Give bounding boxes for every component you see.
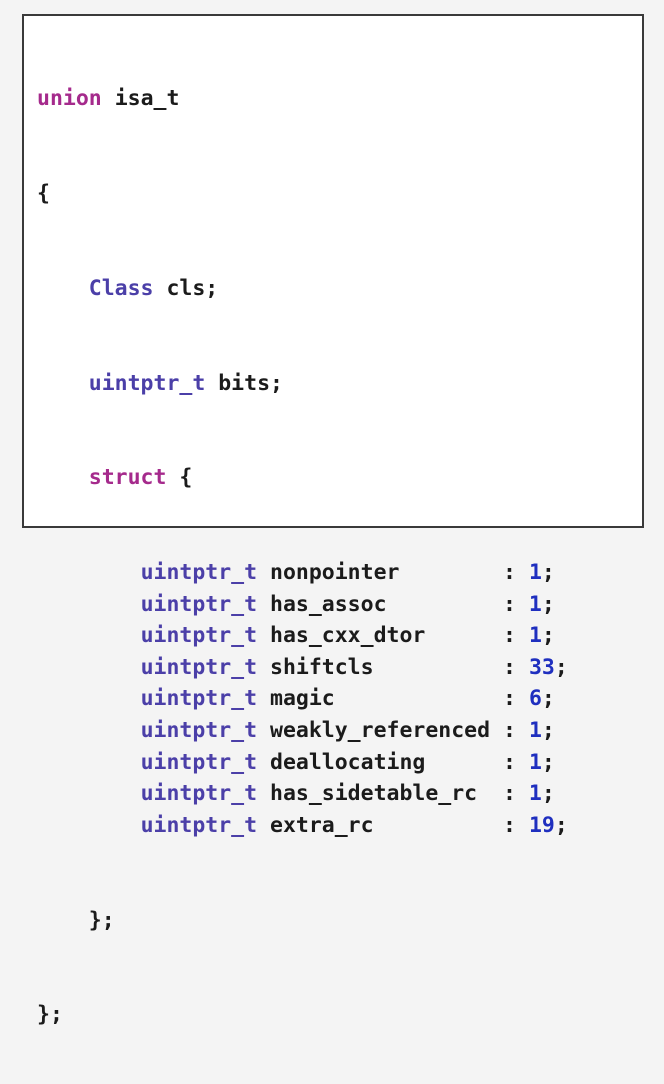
struct-keyword: struct [88,465,167,491]
bitfield-colon: : [503,560,516,586]
bitfield-semicolon: ; [541,591,555,617]
bitfield-colon: : [503,781,516,807]
code-block: union isa_t { Class cls; uintptr_t bits;… [37,20,568,1084]
bitfield-name: deallocating [270,749,426,775]
code-line-open-brace: { [37,178,568,210]
bitfield-row: uintptr_t weakly_referenced : 1; [37,715,568,747]
bitfield-type: uintptr_t [140,718,258,744]
bitfield-semicolon: ; [541,749,555,775]
bitfield-row: uintptr_t shiftcls : 33; [37,652,568,684]
bitfield-colon: : [503,591,516,617]
code-line-union-close: }; [37,999,568,1031]
bitfield-semicolon: ; [554,654,568,680]
bitfield-colon: : [503,623,516,649]
bitfield-semicolon: ; [541,718,555,744]
bitfield-type: uintptr_t [140,654,258,680]
bitfield-type: uintptr_t [140,749,258,775]
bitfield-name: extra_rc [270,812,374,838]
bitfield-colon: : [503,718,516,744]
bitfield-row: uintptr_t magic : 6; [37,683,568,715]
bitfield-name: shiftcls [270,654,374,680]
member-type: uintptr_t [88,370,206,396]
bitfield-type: uintptr_t [140,591,258,617]
bitfield-name: has_assoc [270,591,387,617]
bitfield-semicolon: ; [554,812,568,838]
bitfield-list: uintptr_t nonpointer : 1; uintptr_t has_… [37,557,568,841]
bitfield-width: 1 [528,718,542,744]
bitfield-width: 6 [528,686,542,712]
member-name: bits; [218,370,283,396]
bitfield-width: 1 [528,560,542,586]
bitfield-width: 33 [528,654,555,680]
member-name: cls; [166,275,219,301]
bitfield-type: uintptr_t [140,623,258,649]
bitfield-width: 1 [528,781,542,807]
code-line-struct-close: }; [37,905,568,937]
union-keyword: union [37,86,102,112]
bitfield-width: 1 [528,749,542,775]
struct-open-brace: { [179,465,193,491]
bitfield-name: weakly_referenced [270,718,491,744]
bitfield-name: has_cxx_dtor [270,623,426,649]
bitfield-row: uintptr_t nonpointer : 1; [37,557,568,589]
bitfield-width: 19 [528,812,555,838]
code-line-member-cls: Class cls; [37,273,568,305]
bitfield-type: uintptr_t [140,812,258,838]
bitfield-type: uintptr_t [140,560,258,586]
bitfield-name: magic [270,686,335,712]
bitfield-row: uintptr_t has_sidetable_rc : 1; [37,778,568,810]
bitfield-row: uintptr_t deallocating : 1; [37,747,568,779]
code-line-union-decl: union isa_t [37,83,568,115]
bitfield-name: has_sidetable_rc [270,781,478,807]
union-open-brace: { [37,180,50,206]
union-name: isa_t [114,86,180,112]
bitfield-width: 1 [528,591,542,617]
code-line-member-bits: uintptr_t bits; [37,368,568,400]
bitfield-width: 1 [528,623,542,649]
bitfield-colon: : [503,686,516,712]
struct-close: }; [88,907,115,933]
code-snippet-frame: union isa_t { Class cls; uintptr_t bits;… [22,14,644,1027]
bitfield-row: uintptr_t has_cxx_dtor : 1; [37,620,568,652]
bitfield-semicolon: ; [541,560,555,586]
bitfield-name: nonpointer [270,560,400,586]
code-line-struct-decl: struct { [37,462,568,494]
bitfield-semicolon: ; [541,623,555,649]
bitfield-row: uintptr_t extra_rc : 19; [37,810,568,842]
bitfield-colon: : [503,749,516,775]
bitfield-type: uintptr_t [140,781,258,807]
member-type: Class [88,275,154,301]
bitfield-colon: : [503,812,516,838]
bitfield-colon: : [503,654,516,680]
bitfield-semicolon: ; [541,781,555,807]
bitfield-type: uintptr_t [140,686,258,712]
bitfield-row: uintptr_t has_assoc : 1; [37,589,568,621]
union-close: }; [37,1002,63,1028]
bitfield-semicolon: ; [541,686,555,712]
